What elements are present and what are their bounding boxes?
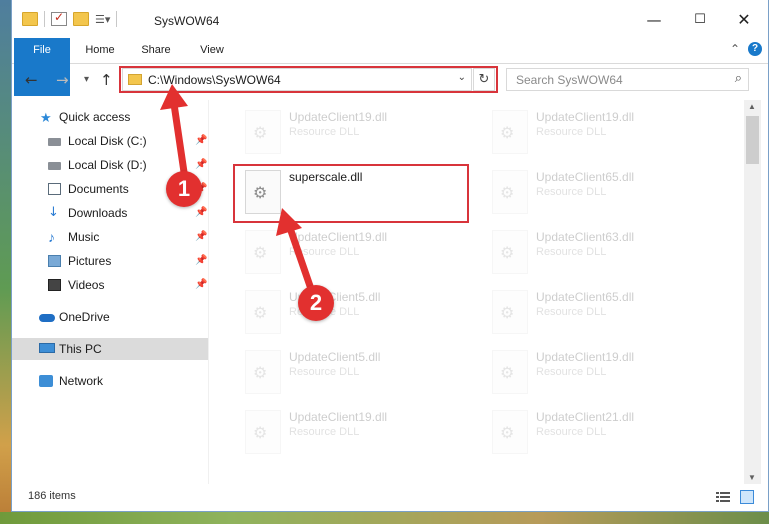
step-badge-1: 1 [166, 171, 202, 207]
step-badge-2: 2 [298, 285, 334, 321]
arrow-to-address-bar [160, 84, 188, 176]
callout-arrows [160, 84, 314, 290]
arrow-to-file [276, 208, 314, 290]
